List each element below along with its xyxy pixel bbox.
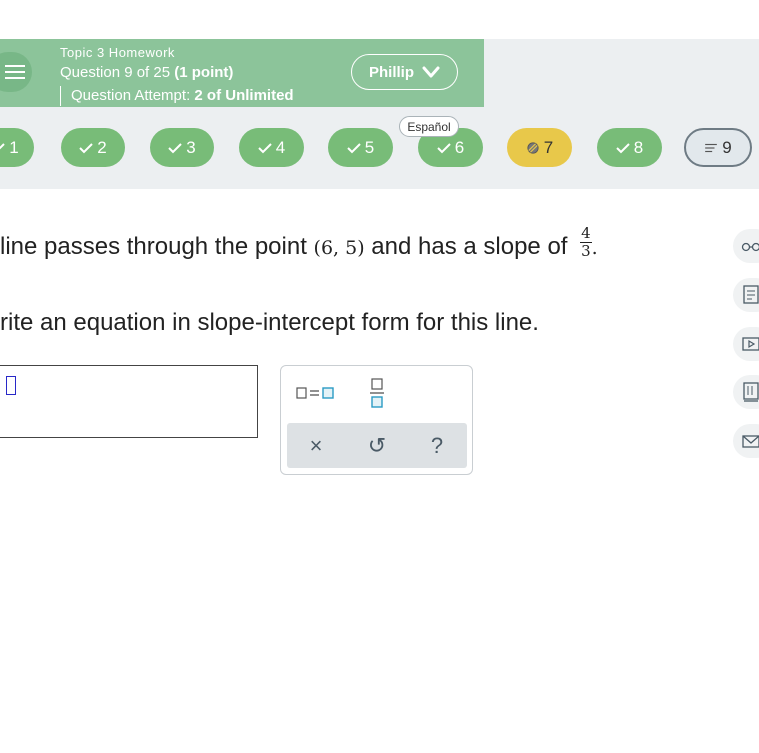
attempt-label: Question Attempt: [71, 87, 195, 104]
partial-icon [527, 141, 539, 154]
check-icon [168, 142, 182, 153]
question-pill-label: 9 [722, 137, 732, 157]
check-icon [258, 142, 272, 153]
check-icon [0, 142, 5, 150]
question-pill-label: 3 [186, 137, 196, 157]
menu-icon-line [5, 71, 25, 73]
answer-cursor [6, 376, 16, 395]
help-button[interactable]: ? [422, 430, 452, 462]
problem-period: . [591, 236, 598, 259]
answer-input[interactable] [0, 365, 258, 438]
attempt-counter: Question Attempt: 2 of Unlimited [60, 86, 294, 106]
slope-fraction: 43 [580, 225, 592, 260]
question-pill-label: 5 [364, 137, 375, 157]
check-icon [616, 142, 630, 153]
help-icon: ? [430, 433, 444, 458]
point-coordinates: (6, 5) [313, 236, 365, 259]
question-pill-7[interactable]: 7 [507, 128, 572, 167]
video-icon[interactable] [733, 327, 759, 361]
problem-text-start: line passes through the point [0, 232, 314, 260]
problem-text-mid: and has a slope of [364, 232, 575, 260]
topic-title: Topic 3 Homework [60, 45, 175, 60]
question-counter-text: Question 9 of 25 [60, 64, 175, 81]
check-icon [347, 142, 361, 153]
language-button[interactable]: Español [399, 116, 459, 137]
equation-template-icon[interactable] [293, 378, 337, 408]
user-name: Phillip [369, 63, 414, 81]
problem-instruction: rite an equation in slope-intercept form… [0, 309, 539, 336]
question-pill-8[interactable]: 8 [597, 128, 662, 167]
question-pill-label: 1 [9, 137, 19, 157]
question-pill-2[interactable]: 2 [61, 128, 125, 167]
close-icon: × [309, 433, 323, 458]
slope-numerator: 4 [580, 224, 592, 243]
mail-icon[interactable] [733, 424, 759, 458]
question-pill-9[interactable]: 9 [684, 128, 752, 167]
question-pill-label: 4 [275, 137, 286, 157]
question-pill-label: 2 [97, 137, 107, 157]
question-pill-4[interactable]: 4 [239, 128, 304, 167]
textbook-icon[interactable] [733, 278, 759, 312]
glasses-icon[interactable] [733, 229, 759, 263]
question-pill-label: 7 [543, 137, 554, 157]
question-pill-3[interactable]: 3 [150, 128, 214, 167]
chevron-down-icon [422, 66, 440, 78]
attempt-value: 2 of Unlimited [194, 87, 294, 104]
question-counter: Question 9 of 25 (1 point) [60, 64, 233, 81]
menu-icon [5, 65, 25, 67]
fraction-template-icon[interactable] [366, 378, 388, 408]
clear-button[interactable]: × [301, 430, 331, 462]
check-icon [437, 142, 451, 153]
question-points: (1 point) [174, 64, 234, 81]
list-icon [705, 143, 718, 152]
problem-statement: line passes through the point (6, 5) and… [0, 225, 598, 265]
check-icon [79, 142, 93, 153]
undo-button[interactable]: ↺ [362, 430, 392, 462]
user-menu-button[interactable]: Phillip [351, 54, 458, 90]
question-pill-label: 8 [633, 137, 644, 157]
slope-denominator: 3 [581, 242, 591, 260]
question-pill-5[interactable]: 5 [328, 128, 393, 167]
menu-icon-line [5, 77, 25, 79]
library-icon[interactable] [733, 375, 759, 409]
question-pill-label: 6 [454, 137, 465, 157]
undo-icon: ↺ [367, 433, 387, 458]
